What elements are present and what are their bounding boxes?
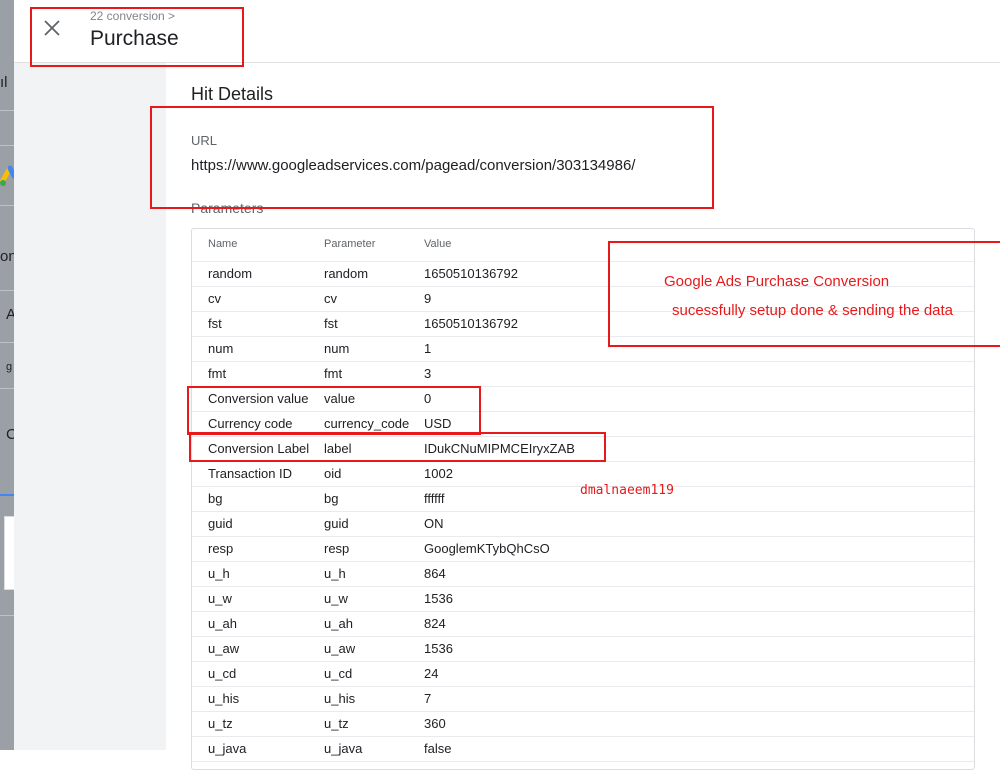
watermark: dmalnaeem119 (580, 483, 674, 498)
param-key: u_java (324, 741, 363, 756)
annotation-box-note (608, 241, 1000, 347)
param-key: u_cd (324, 666, 353, 681)
param-value: 1536 (424, 641, 453, 656)
annotation-box-url (150, 106, 714, 209)
param-key: cv (324, 291, 337, 306)
param-value: false (424, 741, 452, 756)
background-app-strip: ıl on A g C (0, 0, 17, 750)
param-value: 7 (424, 691, 432, 706)
column-header-parameter: Parameter (324, 238, 376, 250)
divider (0, 388, 14, 389)
column-header-value: Value (424, 238, 452, 250)
annotation-note-line1: Google Ads Purchase Conversion (664, 273, 890, 290)
param-name: u_tz (208, 716, 233, 731)
param-value: 9 (424, 291, 432, 306)
param-key: u_h (324, 566, 346, 581)
param-name: cv (208, 291, 221, 306)
annotation-box-label (189, 432, 606, 462)
section-title: Hit Details (191, 84, 274, 104)
table-row: u_his u_his 7 (192, 686, 974, 712)
param-key: u_ah (324, 616, 353, 631)
param-name: random (208, 266, 253, 281)
table-row: u_aw u_aw 1536 (192, 636, 974, 662)
param-name: u_h (208, 566, 230, 581)
param-value: 1650510136792 (424, 316, 518, 331)
divider (0, 110, 14, 111)
param-value: 1002 (424, 466, 453, 481)
table-row: u_java u_java false (192, 736, 974, 762)
param-value: 1536 (424, 591, 453, 606)
param-value: 824 (424, 616, 446, 631)
param-key: u_tz (324, 716, 349, 731)
param-name: Transaction ID (208, 466, 293, 481)
param-key: num (324, 341, 350, 356)
table-row: u_ah u_ah 824 (192, 611, 974, 637)
param-key: bg (324, 491, 339, 506)
param-key: resp (324, 541, 350, 556)
param-name: guid (208, 516, 233, 531)
google-ads-logo-icon (0, 165, 14, 186)
param-key: u_his (324, 691, 356, 706)
annotation-box-title (30, 7, 244, 67)
param-key: fst (324, 316, 338, 331)
divider (0, 205, 14, 206)
param-value: 3 (424, 366, 432, 381)
divider (0, 342, 14, 343)
param-key: u_aw (324, 641, 356, 656)
param-key: fmt (324, 366, 343, 381)
param-name: u_java (208, 741, 247, 756)
panel-gutter (14, 63, 166, 750)
annotation-box-value-currency (187, 386, 481, 435)
param-name: num (208, 341, 234, 356)
param-value: 1650510136792 (424, 266, 518, 281)
param-name: u_his (208, 691, 240, 706)
table-row: u_w u_w 1536 (192, 586, 974, 612)
background-stub-2: on (0, 248, 14, 265)
divider (0, 290, 14, 291)
table-row: fmt fmt 3 (192, 361, 974, 387)
param-name: u_w (208, 591, 232, 606)
table-row: u_cd u_cd 24 (192, 661, 974, 687)
param-name: resp (208, 541, 234, 556)
column-header-name: Name (208, 238, 238, 250)
param-name: fst (208, 316, 222, 331)
param-name: u_ah (208, 616, 237, 631)
table-row: u_h u_h 864 (192, 561, 974, 587)
param-value: 864 (424, 566, 446, 581)
background-stub-1: ıl (0, 74, 8, 91)
param-key: oid (324, 466, 342, 481)
param-value: ON (424, 516, 444, 531)
param-value: ffffff (424, 491, 445, 506)
table-row: resp resp GooglemKTybQhCsO (192, 536, 974, 562)
param-value: 1 (424, 341, 432, 356)
param-value: GooglemKTybQhCsO (424, 541, 550, 556)
param-name: u_aw (208, 641, 240, 656)
param-key: u_w (324, 591, 348, 606)
blue-accent-line (0, 494, 14, 496)
param-key: random (324, 266, 369, 281)
table-row: u_tz u_tz 360 (192, 711, 974, 737)
param-value: 24 (424, 666, 439, 681)
divider (0, 145, 14, 146)
annotation-note-line2: sucessfully setup done & sending the dat… (672, 302, 954, 319)
table-row: guid guid ON (192, 511, 974, 537)
param-name: bg (208, 491, 223, 506)
param-name: u_cd (208, 666, 237, 681)
param-key: guid (324, 516, 349, 531)
param-value: 360 (424, 716, 446, 731)
divider (0, 615, 14, 616)
param-name: fmt (208, 366, 227, 381)
